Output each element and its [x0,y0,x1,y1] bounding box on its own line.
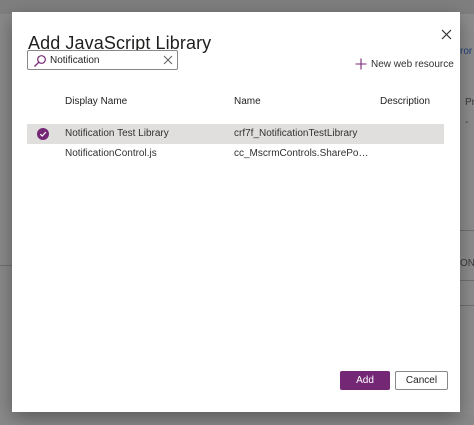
add-button[interactable]: Add [340,371,390,390]
background-text-fragment: ONT [460,258,474,269]
table-row[interactable]: Notification Test Library crf7f_Notifica… [27,124,444,144]
search-box [27,50,178,70]
close-button[interactable] [436,24,456,44]
search-icon [34,55,46,67]
checkmark-icon [39,131,47,137]
close-icon [441,29,451,39]
new-web-resource-label: New web resource [371,58,454,70]
background-link-fragment: ror [460,46,473,57]
column-header-display-name[interactable]: Display Name [65,92,127,112]
search-input[interactable] [50,52,160,68]
column-header-name[interactable]: Name [234,92,369,112]
clear-search-icon[interactable] [162,54,174,66]
grid-header: Display Name Name Description [27,92,444,112]
row-name: crf7f_NotificationTestLibrary [234,128,358,139]
selected-check-icon[interactable] [37,128,49,140]
plus-icon [355,58,367,70]
add-javascript-library-dialog: Add JavaScript Library New web resource … [12,12,460,412]
background-divider [0,265,12,266]
cancel-button[interactable]: Cancel [395,371,448,390]
row-name: cc_MscrmControls.SharePointCo... [234,148,369,159]
background-header-fragment: Pr [465,97,474,108]
row-display-name: Notification Test Library [65,128,169,139]
new-web-resource-button[interactable]: New web resource [355,56,454,72]
column-header-description[interactable]: Description [380,92,430,112]
table-row[interactable]: NotificationControl.js cc_MscrmControls.… [27,144,444,164]
row-display-name: NotificationControl.js [65,148,157,159]
background-dash-fragment: - [465,117,469,128]
library-grid: Display Name Name Description Notificati… [27,92,444,164]
